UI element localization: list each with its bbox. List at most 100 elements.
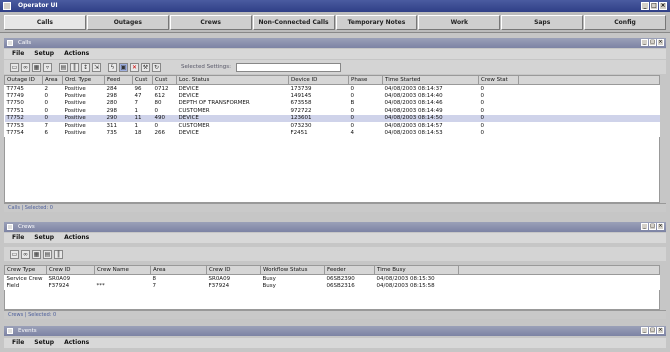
- column-header[interactable]: Time Busy: [374, 265, 459, 275]
- column-header[interactable]: Area: [42, 75, 63, 85]
- table-cell: Busy: [262, 275, 276, 282]
- close-icon[interactable]: ×: [657, 327, 664, 334]
- menu-actions[interactable]: Actions: [64, 49, 89, 59]
- table-row[interactable]: T7752 0 Positive 290 11 490 DEVICE 123601 0 04/08…: [4, 114, 660, 122]
- menu-setup[interactable]: Setup: [34, 233, 54, 243]
- table-cell: 0: [154, 107, 159, 114]
- minimize-icon[interactable]: _: [641, 39, 648, 46]
- column-header[interactable]: Outage ID: [4, 75, 43, 85]
- table-cell-filler: [518, 114, 660, 122]
- minimize-icon[interactable]: _: [641, 2, 649, 10]
- tab-calls[interactable]: Calls: [4, 14, 86, 30]
- columns-icon[interactable]: ║: [70, 62, 79, 72]
- column-header[interactable]: Cust: [132, 75, 153, 85]
- tab-crews[interactable]: Crews: [169, 14, 252, 30]
- table-cell: 735: [106, 130, 118, 137]
- open-icon[interactable]: ▭: [10, 249, 19, 259]
- table-cell: 7: [134, 100, 139, 107]
- column-header[interactable]: Time Started: [382, 75, 479, 85]
- close-icon[interactable]: ×: [657, 223, 664, 230]
- menu-setup[interactable]: Setup: [34, 338, 54, 348]
- close-icon[interactable]: ×: [657, 39, 664, 46]
- export-icon[interactable]: ⇲: [92, 62, 101, 72]
- table-cell: 298: [106, 107, 118, 114]
- table-row[interactable]: T7749 0 Positive 298 47 612 DEVICE 149145 0 04/08…: [5, 92, 660, 100]
- panel-icon[interactable]: [7, 224, 13, 230]
- maximize-icon[interactable]: □: [650, 2, 658, 10]
- open-icon[interactable]: ▭: [10, 62, 19, 72]
- refresh-icon[interactable]: ↻: [152, 62, 161, 72]
- menu-actions[interactable]: Actions: [64, 233, 89, 243]
- table-row[interactable]: T7753 7 Positive 311 1 0 CUSTOMER 073230 0 04/08/…: [5, 122, 660, 130]
- panel-icon[interactable]: [7, 328, 13, 334]
- column-header[interactable]: Crew Name: [94, 265, 151, 275]
- table-cell: 0: [350, 122, 355, 129]
- table-row[interactable]: T7754 6 Positive 735 18 266 DEVICE F2451 4 04/08/…: [5, 130, 660, 138]
- column-header[interactable]: Crew ID: [206, 265, 261, 275]
- table-cell: F2451: [290, 130, 308, 137]
- selected-settings-field[interactable]: [236, 62, 342, 72]
- column-header[interactable]: Crew Type: [4, 265, 47, 275]
- tab-non-connected-calls[interactable]: Non-Connected Calls: [252, 14, 335, 30]
- binoculars-icon[interactable]: ∞: [21, 249, 30, 259]
- tab-saps[interactable]: Saps: [501, 14, 584, 30]
- app-icon[interactable]: [3, 2, 11, 10]
- map-icon[interactable]: ▣: [119, 62, 128, 72]
- table-cell: 0: [480, 107, 485, 114]
- table-row[interactable]: T7750 0 Positive 280 7 80 DEPTH OF TRANSFORMER…: [5, 100, 660, 108]
- column-header[interactable]: Workflow Status: [260, 265, 325, 275]
- table-row[interactable]: T7745 2 Positive 284 96 0712 DEVICE 173739 0 04/0…: [5, 85, 660, 93]
- columns-icon[interactable]: ║: [54, 249, 63, 259]
- delete-icon[interactable]: ✕: [130, 62, 139, 72]
- column-header[interactable]: Phase: [348, 75, 383, 85]
- column-header[interactable]: Device ID: [288, 75, 349, 85]
- calls-menu-bar: File Setup Actions: [4, 49, 666, 59]
- binoculars-icon[interactable]: ∞: [21, 62, 30, 72]
- grid-icon[interactable]: ▦: [32, 249, 41, 259]
- column-header[interactable]: Loc. Status: [176, 75, 289, 85]
- table-cell: Busy: [262, 282, 276, 289]
- column-header[interactable]: Feed: [104, 75, 133, 85]
- menu-file[interactable]: File: [12, 49, 24, 59]
- table-row[interactable]: T7751 0 Positive 298 1 0 CUSTOMER 972722 0 04/08/…: [5, 107, 660, 115]
- table-cell: DEPTH OF TRANSFORMER: [178, 100, 250, 107]
- table-cell: 0: [480, 130, 485, 137]
- minimize-icon[interactable]: _: [641, 327, 648, 334]
- tab-config[interactable]: Config: [584, 14, 666, 30]
- table-cell: 073230: [290, 122, 312, 129]
- grid-icon[interactable]: ▦: [32, 62, 41, 72]
- table-row[interactable]: Field F37924 *** 7 F37924 Busy 06SB2316 04/08/2…: [5, 282, 660, 290]
- lightning-icon[interactable]: ϟ: [108, 62, 117, 72]
- close-icon[interactable]: ×: [659, 2, 667, 10]
- tab-outages[interactable]: Outages: [86, 14, 169, 30]
- column-header[interactable]: Cust: [152, 75, 177, 85]
- menu-file[interactable]: File: [12, 233, 24, 243]
- panel-controls: _ □ ×: [641, 327, 664, 334]
- tab-work[interactable]: Work: [418, 14, 501, 30]
- calls-panel-title-bar: Calls _ □ ×: [4, 38, 666, 48]
- minimize-icon[interactable]: _: [641, 223, 648, 230]
- menu-actions[interactable]: Actions: [64, 338, 89, 348]
- column-header[interactable]: Crew ID: [46, 265, 95, 275]
- restore-icon[interactable]: □: [649, 39, 656, 46]
- restore-icon[interactable]: □: [649, 327, 656, 334]
- menu-file[interactable]: File: [12, 338, 24, 348]
- column-header[interactable]: Crew Stat: [478, 75, 519, 85]
- filter-icon[interactable]: ▿: [43, 62, 52, 72]
- restore-icon[interactable]: □: [649, 223, 656, 230]
- tab-temporary-notes[interactable]: Temporary Notes: [335, 14, 418, 30]
- table-cell: T7750: [6, 100, 24, 107]
- column-header[interactable]: Feeder: [324, 265, 375, 275]
- column-header[interactable]: Area: [150, 265, 207, 275]
- table-icon[interactable]: ▤: [59, 62, 68, 72]
- table-row[interactable]: Service Crew SR0A09 8 SR0A09 Busy 06SB2390 04/…: [5, 275, 660, 283]
- sort-icon[interactable]: ↕: [81, 62, 90, 72]
- crews-panel-title: Crews: [18, 224, 35, 230]
- table-icon[interactable]: ▤: [43, 249, 52, 259]
- table-cell-filler: [519, 107, 660, 115]
- wrench-icon[interactable]: ⚒: [141, 62, 150, 72]
- menu-setup[interactable]: Setup: [34, 49, 54, 59]
- table-cell: Service Crew: [6, 275, 43, 282]
- panel-icon[interactable]: [7, 40, 13, 46]
- column-header[interactable]: Ord. Type: [62, 75, 105, 85]
